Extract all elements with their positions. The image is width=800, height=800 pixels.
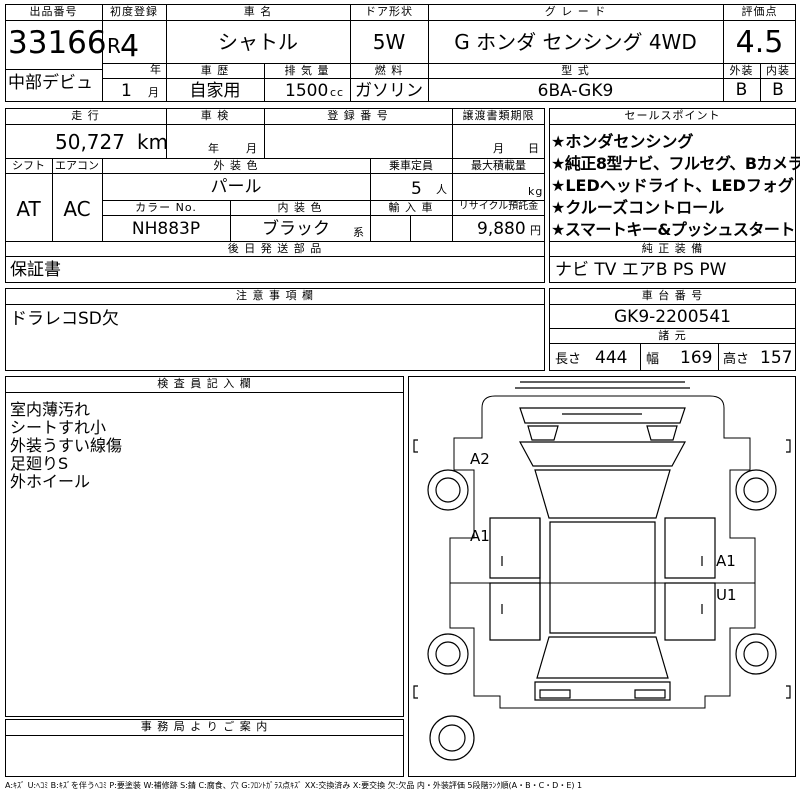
hgt-label: 高さ xyxy=(723,352,750,367)
color-no-value: NH883P xyxy=(131,219,201,239)
model-label: 型 式 xyxy=(561,64,590,77)
door-label: ドア形状 xyxy=(365,5,413,18)
color-no-label: カラー No. xyxy=(135,201,197,214)
later-parts-label: 後 日 発 送 部 品 xyxy=(227,242,323,255)
fuel-label: 燃 料 xyxy=(374,64,404,77)
first-reg-year: 4 xyxy=(120,29,140,64)
sales-item: ★スマートキー&プッシュスタート xyxy=(551,220,795,239)
car-diagram: A2 A1 A1 U1 xyxy=(413,381,791,761)
score-label: 評価点 xyxy=(741,5,778,18)
mileage-label: 走 行 xyxy=(71,109,100,122)
recycle-value: 9,880 xyxy=(477,219,526,239)
max-load-unit: kg xyxy=(528,185,544,198)
sales-item: ★ホンダセンシング xyxy=(551,132,694,151)
car-name-label: 車 名 xyxy=(243,5,273,18)
inspection-month-unit: 月 xyxy=(246,142,258,155)
capacity-label: 乗車定員 xyxy=(389,159,433,172)
ext-label: 外装 xyxy=(729,64,754,77)
int-color-suffix: 系 xyxy=(353,226,365,239)
fuel-value: ガソリン xyxy=(355,81,423,101)
sales-item: ★純正8型ナビ、フルセグ、Bカメラ xyxy=(551,154,800,173)
model-value: 6BA-GK9 xyxy=(537,81,614,101)
mileage-unit: km xyxy=(137,130,169,154)
inspector-line: シートすれ小 xyxy=(10,418,107,437)
ext-color-value: パール xyxy=(210,177,262,197)
chassis-value: GK9-2200541 xyxy=(614,307,731,327)
office-label: 事 務 局 よ り ご 案 内 xyxy=(140,720,269,733)
first-reg-month-unit: 月 xyxy=(148,86,160,99)
inspector-line: 外装うすい線傷 xyxy=(10,436,123,455)
shift-value: AT xyxy=(16,197,41,221)
capacity-unit: 人 xyxy=(436,183,448,196)
chassis-label: 車 台 番 号 xyxy=(641,289,704,302)
car-name: シャトル xyxy=(218,30,298,54)
damage-mark: A1 xyxy=(470,527,490,545)
len-label: 長さ xyxy=(555,352,582,367)
transfer-month-unit: 月 xyxy=(493,142,505,155)
recycle-label: リサイクル預託金 xyxy=(458,201,539,212)
first-reg-month: 1 xyxy=(121,81,132,101)
history-value: 自家用 xyxy=(189,81,241,101)
equipment-value: ナビ TV エアB PS PW xyxy=(555,260,727,280)
inspection-label: 車 検 xyxy=(200,109,230,122)
sales-item: ★クルーズコントロール xyxy=(551,198,725,217)
shift-label: シフト xyxy=(12,159,45,172)
notes-value: ドラレコSD欠 xyxy=(10,309,119,329)
lot-number: 33166 xyxy=(8,25,107,61)
transfer-label: 譲渡書類期限 xyxy=(462,109,535,122)
door-value: 5W xyxy=(372,30,406,54)
damage-mark: U1 xyxy=(716,586,737,604)
hgt-value: 157 xyxy=(760,348,793,368)
sales-label: セールスポイント xyxy=(624,109,721,122)
damage-mark: A2 xyxy=(470,450,490,468)
int-label: 内装 xyxy=(766,64,790,77)
damage-mark: A1 xyxy=(716,552,736,570)
int-color-label: 内 装 色 xyxy=(277,201,323,214)
sales-item: ★LEDヘッドライト、LEDフォグ xyxy=(551,176,794,195)
len-value: 444 xyxy=(595,348,628,368)
score-value: 4.5 xyxy=(735,25,784,60)
history-label: 車 歴 xyxy=(200,64,230,77)
venue: 中部デビュ xyxy=(8,73,93,93)
int-color-value: ブラック xyxy=(262,219,330,239)
displacement-unit: cc xyxy=(330,86,345,99)
inspector-line: 外ホイール xyxy=(10,472,91,491)
first-reg-era: R xyxy=(107,34,121,58)
sales-list: ★ホンダセンシング ★純正8型ナビ、フルセグ、Bカメラ ★LEDヘッドライト、L… xyxy=(551,128,800,239)
grade-value: G ホンダ センシング 4WD xyxy=(454,30,697,54)
equipment-label: 純 正 装 備 xyxy=(641,242,704,255)
legend-text: A:ｷｽﾞ U:ﾍｺﾐ B:ｷｽﾞを伴うﾍｺﾐ P:要塗装 W:補修跡 S:錆 … xyxy=(5,781,583,790)
transfer-day-unit: 日 xyxy=(528,142,540,155)
first-reg-year-unit: 年 xyxy=(150,63,162,76)
inspector-line: 室内薄汚れ xyxy=(10,400,91,419)
inspection-year-unit: 年 xyxy=(208,142,220,155)
first-reg-label: 初度登録 xyxy=(110,5,158,18)
recycle-unit: 円 xyxy=(530,224,542,237)
notes-label: 注 意 事 項 欄 xyxy=(236,289,314,302)
capacity-value: 5 xyxy=(411,179,422,199)
mileage-value: 50,727 xyxy=(55,130,125,154)
lot-label: 出品番号 xyxy=(29,5,78,18)
reg-no-label: 登 録 番 号 xyxy=(327,109,389,122)
ac-value: AC xyxy=(63,197,91,221)
int-score: B xyxy=(772,80,784,100)
displacement-label: 排 気 量 xyxy=(284,64,330,77)
displacement-value: 1500 xyxy=(285,81,329,101)
ext-score: B xyxy=(735,80,748,100)
wid-label: 幅 xyxy=(646,352,660,367)
import-label: 輸 入 車 xyxy=(388,201,434,214)
inspector-notes: 室内薄汚れ シートすれ小 外装うすい線傷 足廻りS 外ホイール xyxy=(10,396,123,491)
ac-label: エアコン xyxy=(55,159,99,172)
inspector-label: 検 査 員 記 入 欄 xyxy=(157,377,252,390)
grade-label: グ レ ー ド xyxy=(544,5,607,18)
max-load-label: 最大積載量 xyxy=(471,159,526,172)
later-parts-value: 保証書 xyxy=(10,260,61,280)
ext-color-label: 外 装 色 xyxy=(213,159,259,172)
wid-value: 169 xyxy=(680,348,713,368)
dims-label: 諸 元 xyxy=(658,329,687,342)
